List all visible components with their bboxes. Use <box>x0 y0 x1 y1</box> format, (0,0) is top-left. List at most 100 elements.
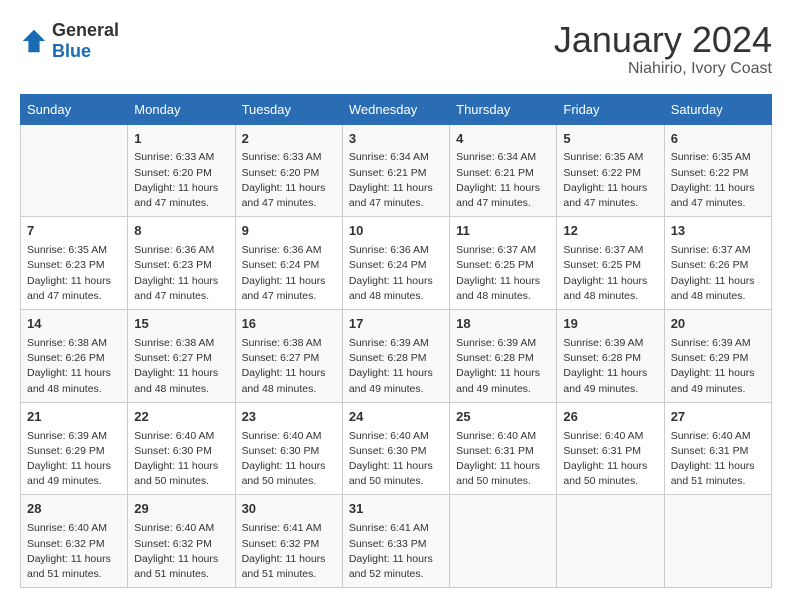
weekday-header-cell: Tuesday <box>235 94 342 124</box>
calendar-cell <box>557 495 664 588</box>
calendar-cell: 3Sunrise: 6:34 AM Sunset: 6:21 PM Daylig… <box>342 124 449 217</box>
day-number: 27 <box>671 408 765 427</box>
weekday-header-cell: Friday <box>557 94 664 124</box>
cell-info: Sunrise: 6:38 AM Sunset: 6:27 PM Dayligh… <box>134 336 228 397</box>
cell-info: Sunrise: 6:34 AM Sunset: 6:21 PM Dayligh… <box>456 150 550 211</box>
cell-info: Sunrise: 6:34 AM Sunset: 6:21 PM Dayligh… <box>349 150 443 211</box>
cell-info: Sunrise: 6:41 AM Sunset: 6:32 PM Dayligh… <box>242 521 336 582</box>
calendar-cell: 2Sunrise: 6:33 AM Sunset: 6:20 PM Daylig… <box>235 124 342 217</box>
calendar-cell: 25 Sunrise: 6:40 AM Sunset: 6:31 PM Dayli… <box>450 402 557 495</box>
day-number: 18 <box>456 315 550 334</box>
calendar-cell: 30 Sunrise: 6:41 AM Sunset: 6:32 PM Dayli… <box>235 495 342 588</box>
weekday-header-cell: Saturday <box>664 94 771 124</box>
day-number: 13 <box>671 222 765 241</box>
cell-info: Sunrise: 6:36 AM Sunset: 6:24 PM Dayligh… <box>349 243 443 304</box>
calendar-week-row: 28Sunrise: 6:40 AM Sunset: 6:32 PM Dayli… <box>21 495 772 588</box>
page-header: General Blue January 2024 Niahirio, Ivor… <box>20 20 772 78</box>
calendar-week-row: 1Sunrise: 6:33 AM Sunset: 6:20 PM Daylig… <box>21 124 772 217</box>
calendar-body: 1Sunrise: 6:33 AM Sunset: 6:20 PM Daylig… <box>21 124 772 588</box>
day-number: 16 <box>242 315 336 334</box>
day-number: 11 <box>456 222 550 241</box>
calendar-cell: 14Sunrise: 6:38 AM Sunset: 6:26 PM Dayli… <box>21 310 128 403</box>
cell-info: Sunrise: 6:39 AM Sunset: 6:28 PM Dayligh… <box>349 336 443 397</box>
cell-info: Sunrise: 6:33 AM Sunset: 6:20 PM Dayligh… <box>134 150 228 211</box>
day-number: 24 <box>349 408 443 427</box>
weekday-header-cell: Sunday <box>21 94 128 124</box>
logo-general-text: General <box>52 20 119 40</box>
title-block: January 2024 Niahirio, Ivory Coast <box>554 20 772 78</box>
day-number: 12 <box>563 222 657 241</box>
logo: General Blue <box>20 20 119 62</box>
weekday-header-cell: Wednesday <box>342 94 449 124</box>
day-number: 9 <box>242 222 336 241</box>
calendar-cell <box>664 495 771 588</box>
cell-info: Sunrise: 6:35 AM Sunset: 6:22 PM Dayligh… <box>671 150 765 211</box>
calendar-cell <box>21 124 128 217</box>
calendar-cell: 9 Sunrise: 6:36 AM Sunset: 6:24 PM Daylig… <box>235 217 342 310</box>
month-title: January 2024 <box>554 20 772 60</box>
weekday-header-row: SundayMondayTuesdayWednesdayThursdayFrid… <box>21 94 772 124</box>
cell-info: Sunrise: 6:40 AM Sunset: 6:32 PM Dayligh… <box>27 521 121 582</box>
cell-info: Sunrise: 6:39 AM Sunset: 6:29 PM Dayligh… <box>671 336 765 397</box>
calendar-cell: 31 Sunrise: 6:41 AM Sunset: 6:33 PM Dayli… <box>342 495 449 588</box>
cell-info: Sunrise: 6:40 AM Sunset: 6:32 PM Dayligh… <box>134 521 228 582</box>
day-number: 25 <box>456 408 550 427</box>
day-number: 17 <box>349 315 443 334</box>
cell-info: Sunrise: 6:40 AM Sunset: 6:31 PM Dayligh… <box>456 429 550 490</box>
calendar-cell: 5Sunrise: 6:35 AM Sunset: 6:22 PM Daylig… <box>557 124 664 217</box>
day-number: 6 <box>671 130 765 149</box>
calendar-cell <box>450 495 557 588</box>
calendar-week-row: 21 Sunrise: 6:39 AM Sunset: 6:29 PM Dayli… <box>21 402 772 495</box>
cell-info: Sunrise: 6:36 AM Sunset: 6:24 PM Dayligh… <box>242 243 336 304</box>
calendar-cell: 6Sunrise: 6:35 AM Sunset: 6:22 PM Daylig… <box>664 124 771 217</box>
cell-info: Sunrise: 6:39 AM Sunset: 6:28 PM Dayligh… <box>563 336 657 397</box>
calendar-cell: 24 Sunrise: 6:40 AM Sunset: 6:30 PM Dayli… <box>342 402 449 495</box>
cell-info: Sunrise: 6:40 AM Sunset: 6:30 PM Dayligh… <box>242 429 336 490</box>
cell-info: Sunrise: 6:37 AM Sunset: 6:25 PM Dayligh… <box>563 243 657 304</box>
cell-info: Sunrise: 6:33 AM Sunset: 6:20 PM Dayligh… <box>242 150 336 211</box>
day-number: 7 <box>27 222 121 241</box>
day-number: 21 <box>27 408 121 427</box>
day-number: 4 <box>456 130 550 149</box>
calendar-cell: 29 Sunrise: 6:40 AM Sunset: 6:32 PM Dayli… <box>128 495 235 588</box>
day-number: 22 <box>134 408 228 427</box>
day-number: 8 <box>134 222 228 241</box>
cell-info: Sunrise: 6:40 AM Sunset: 6:31 PM Dayligh… <box>671 429 765 490</box>
calendar-cell: 4Sunrise: 6:34 AM Sunset: 6:21 PM Daylig… <box>450 124 557 217</box>
calendar-cell: 18 Sunrise: 6:39 AM Sunset: 6:28 PM Dayli… <box>450 310 557 403</box>
day-number: 10 <box>349 222 443 241</box>
day-number: 20 <box>671 315 765 334</box>
calendar-cell: 13Sunrise: 6:37 AM Sunset: 6:26 PM Dayli… <box>664 217 771 310</box>
calendar-cell: 21 Sunrise: 6:39 AM Sunset: 6:29 PM Dayli… <box>21 402 128 495</box>
calendar-cell: 12 Sunrise: 6:37 AM Sunset: 6:25 PM Dayli… <box>557 217 664 310</box>
day-number: 30 <box>242 500 336 519</box>
day-number: 31 <box>349 500 443 519</box>
weekday-header-cell: Thursday <box>450 94 557 124</box>
day-number: 15 <box>134 315 228 334</box>
cell-info: Sunrise: 6:40 AM Sunset: 6:30 PM Dayligh… <box>134 429 228 490</box>
cell-info: Sunrise: 6:36 AM Sunset: 6:23 PM Dayligh… <box>134 243 228 304</box>
cell-info: Sunrise: 6:41 AM Sunset: 6:33 PM Dayligh… <box>349 521 443 582</box>
day-number: 29 <box>134 500 228 519</box>
calendar-cell: 11 Sunrise: 6:37 AM Sunset: 6:25 PM Dayli… <box>450 217 557 310</box>
cell-info: Sunrise: 6:40 AM Sunset: 6:31 PM Dayligh… <box>563 429 657 490</box>
day-number: 14 <box>27 315 121 334</box>
calendar-cell: 26 Sunrise: 6:40 AM Sunset: 6:31 PM Dayli… <box>557 402 664 495</box>
calendar-cell: 10 Sunrise: 6:36 AM Sunset: 6:24 PM Dayli… <box>342 217 449 310</box>
logo-icon <box>20 27 48 55</box>
calendar-cell: 22 Sunrise: 6:40 AM Sunset: 6:30 PM Dayli… <box>128 402 235 495</box>
cell-info: Sunrise: 6:39 AM Sunset: 6:28 PM Dayligh… <box>456 336 550 397</box>
day-number: 26 <box>563 408 657 427</box>
calendar-cell: 15 Sunrise: 6:38 AM Sunset: 6:27 PM Dayli… <box>128 310 235 403</box>
cell-info: Sunrise: 6:37 AM Sunset: 6:25 PM Dayligh… <box>456 243 550 304</box>
cell-info: Sunrise: 6:39 AM Sunset: 6:29 PM Dayligh… <box>27 429 121 490</box>
day-number: 23 <box>242 408 336 427</box>
day-number: 19 <box>563 315 657 334</box>
cell-info: Sunrise: 6:40 AM Sunset: 6:30 PM Dayligh… <box>349 429 443 490</box>
logo-blue-text: Blue <box>52 41 91 61</box>
cell-info: Sunrise: 6:38 AM Sunset: 6:27 PM Dayligh… <box>242 336 336 397</box>
calendar-cell: 23 Sunrise: 6:40 AM Sunset: 6:30 PM Dayli… <box>235 402 342 495</box>
calendar-cell: 28Sunrise: 6:40 AM Sunset: 6:32 PM Dayli… <box>21 495 128 588</box>
cell-info: Sunrise: 6:35 AM Sunset: 6:22 PM Dayligh… <box>563 150 657 211</box>
calendar-cell: 27 Sunrise: 6:40 AM Sunset: 6:31 PM Dayli… <box>664 402 771 495</box>
